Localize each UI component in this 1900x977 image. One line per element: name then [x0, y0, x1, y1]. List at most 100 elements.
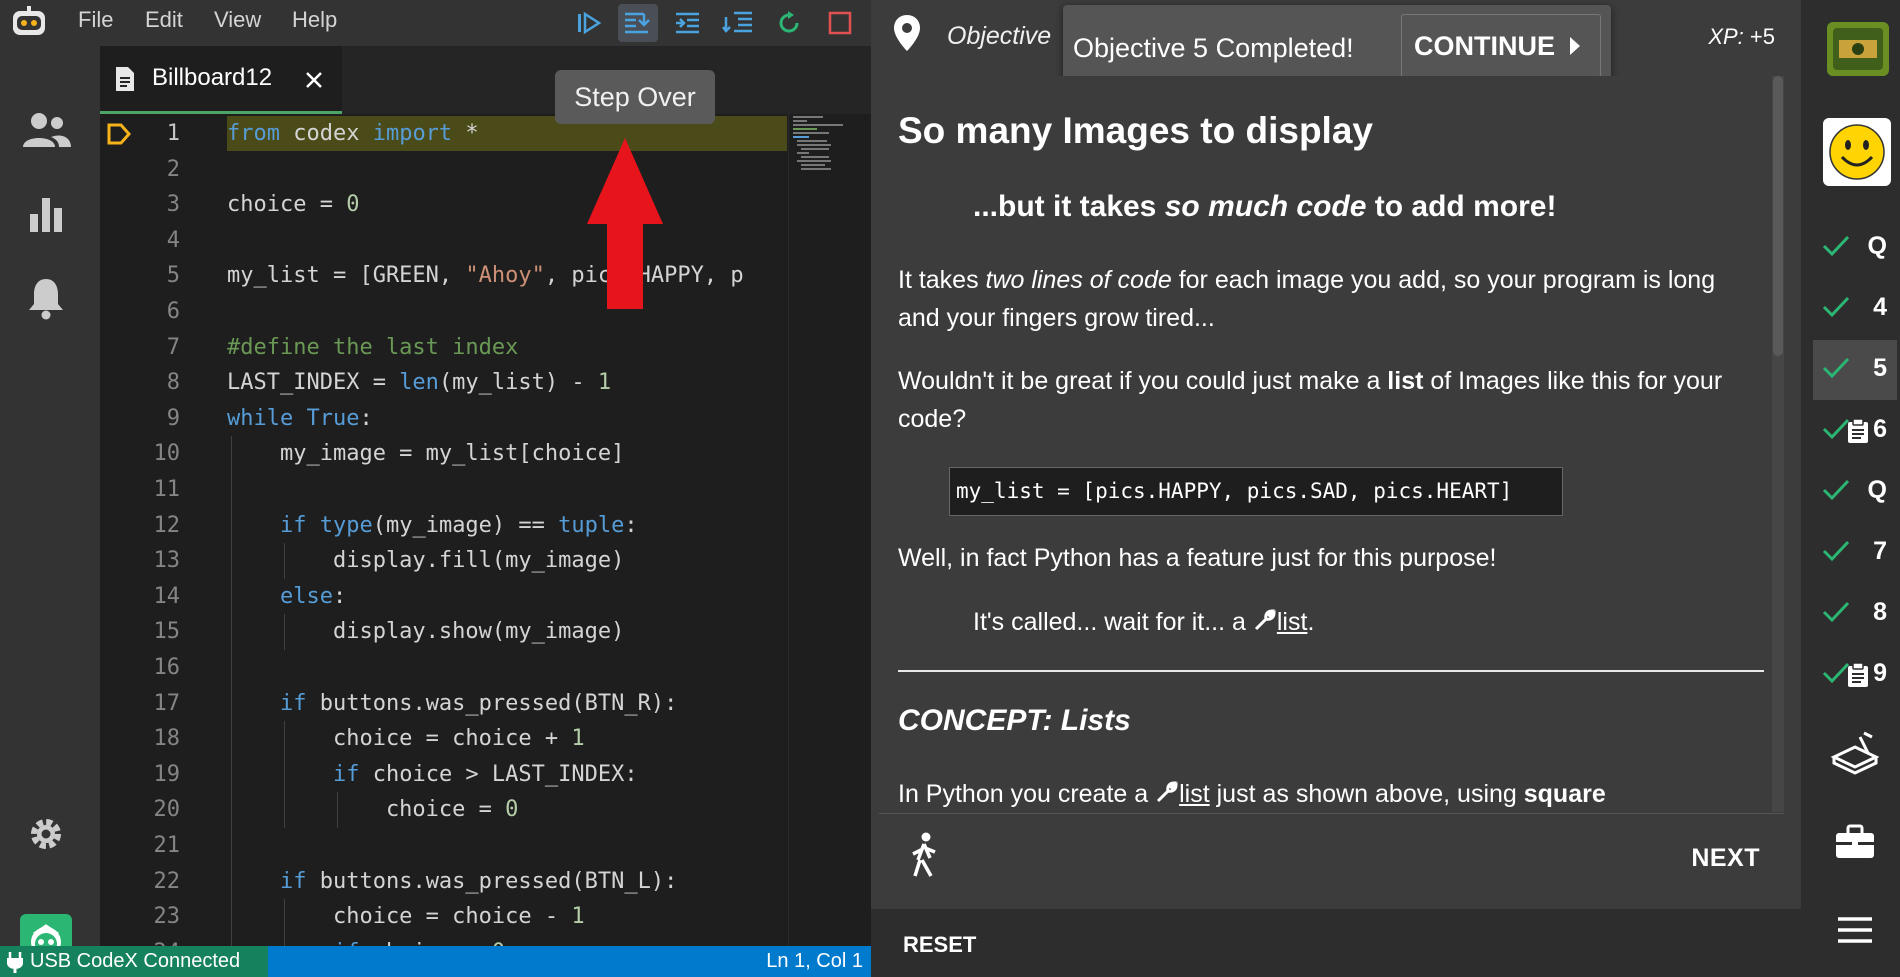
code-line[interactable]: 3 choice = 0: [100, 187, 790, 223]
settings-button[interactable]: [20, 808, 72, 860]
lesson-heading: So many Images to display: [898, 110, 1373, 151]
users-button[interactable]: [20, 104, 72, 156]
menu-button[interactable]: [1823, 903, 1887, 957]
code-line[interactable]: 6: [100, 294, 790, 330]
code-line[interactable]: 12 if type(my_image) == tuple:: [100, 508, 790, 544]
p1-pre: It takes: [898, 266, 986, 294]
code-line[interactable]: 5 my_list = [GREEN, "Ahoy", pics.HAPPY, p: [100, 258, 790, 294]
lesson-scrollbar[interactable]: [1772, 76, 1784, 812]
step-out-button[interactable]: [719, 4, 759, 42]
menu-file[interactable]: File: [78, 0, 113, 46]
plug-icon: [7, 952, 23, 973]
wrench-icon: [1254, 609, 1276, 631]
code-text: my_list = [GREEN, "Ahoy", pics.HAPPY, p: [227, 263, 744, 289]
toolbox-button[interactable]: [1823, 815, 1887, 869]
codex-logo-icon[interactable]: [9, 5, 49, 39]
objective-step[interactable]: 8: [1813, 584, 1897, 644]
line-number: 15: [153, 619, 181, 645]
mission-badge-icon[interactable]: [1825, 18, 1891, 80]
line-number: 18: [153, 726, 181, 752]
line-number: 13: [153, 548, 181, 574]
code-line[interactable]: 9 while True:: [100, 401, 790, 437]
code-line[interactable]: 22 if buttons.was_pressed(BTN_L):: [100, 864, 790, 900]
step-over-icon: [625, 12, 650, 34]
reset-bar: RESET: [871, 909, 1801, 977]
restart-button[interactable]: [769, 4, 809, 42]
editor-tab[interactable]: Billboard12: [100, 46, 342, 114]
usb-status[interactable]: USB CodeX Connected: [0, 946, 268, 977]
next-button[interactable]: NEXT: [1691, 844, 1760, 873]
lesson-paragraph-3: Well, in fact Python has a feature just …: [898, 544, 1497, 572]
code-line[interactable]: 2: [100, 152, 790, 188]
objective-step[interactable]: Q: [1813, 218, 1897, 278]
lesson-paragraph-1: It takes two lines of code for each imag…: [898, 261, 1758, 337]
indent-guide: [284, 614, 285, 650]
notifications-button[interactable]: [20, 272, 72, 324]
code-line[interactable]: 7 #define the last index: [100, 330, 790, 366]
menu-edit[interactable]: Edit: [145, 0, 183, 46]
objective-step[interactable]: 5: [1813, 340, 1897, 400]
code-line[interactable]: 4: [100, 223, 790, 259]
section-divider: [898, 670, 1764, 672]
subtitle-emphasis: so much code: [1164, 190, 1367, 223]
code-line[interactable]: 20 choice = 0: [100, 792, 790, 828]
p1-emphasis: two lines of code: [985, 266, 1172, 294]
code-line[interactable]: 16: [100, 650, 790, 686]
reset-button[interactable]: RESET: [903, 932, 976, 958]
minimap[interactable]: [788, 114, 871, 946]
code-line[interactable]: 17 if buttons.was_pressed(BTN_R):: [100, 686, 790, 722]
close-icon[interactable]: [304, 70, 324, 90]
list-link[interactable]: list: [1277, 608, 1308, 636]
code-text: choice = choice - 1: [227, 904, 585, 930]
check-icon: [1822, 357, 1850, 379]
menu-view[interactable]: View: [214, 0, 261, 46]
menu-help[interactable]: Help: [292, 0, 337, 46]
code-line[interactable]: 10 my_image = my_list[choice]: [100, 436, 790, 472]
code-line[interactable]: 11: [100, 472, 790, 508]
objective-step[interactable]: 6: [1813, 401, 1897, 461]
step-into-button[interactable]: [669, 4, 709, 42]
code-text: display.fill(my_image): [227, 548, 625, 574]
objective-step-label: 4: [1873, 293, 1887, 321]
walking-person-icon[interactable]: [909, 832, 939, 878]
scrollbar-thumb[interactable]: [1773, 76, 1783, 356]
objective-step[interactable]: 7: [1813, 523, 1897, 583]
code-line[interactable]: 19 if choice > LAST_INDEX:: [100, 757, 790, 793]
indent-guide: [284, 543, 285, 579]
avatar-button[interactable]: [1823, 118, 1891, 186]
run-button[interactable]: [569, 4, 609, 42]
code-editor[interactable]: 1 from codex import * 2 3 choice = 0 4 5 my_lis…: [100, 114, 871, 946]
code-line[interactable]: 13 display.fill(my_image): [100, 543, 790, 579]
map-pin-icon: [894, 15, 920, 51]
code-line[interactable]: 23 choice = choice - 1: [100, 899, 790, 935]
code-text: while True:: [227, 405, 373, 431]
code-line[interactable]: 24 if choice < 0:: [100, 935, 790, 946]
cursor-position[interactable]: Ln 1, Col 1: [766, 946, 863, 977]
list-link[interactable]: list: [1179, 780, 1210, 808]
line-number: 21: [153, 833, 181, 858]
step-over-button[interactable]: [618, 4, 658, 42]
objective-step[interactable]: Q: [1813, 462, 1897, 522]
p2-pre: Wouldn't it be great if you could just m…: [898, 367, 1388, 395]
bar-chart-icon: [30, 198, 62, 232]
code-text: if choice > LAST_INDEX:: [332, 761, 638, 787]
restart-icon: [779, 11, 799, 33]
line-number: 14: [153, 583, 181, 609]
xp-value: +5: [1749, 24, 1775, 49]
line-number: 17: [153, 690, 181, 716]
users-icon: [23, 113, 71, 147]
code-line[interactable]: 14 else:: [100, 579, 790, 615]
sandbox-button[interactable]: [1823, 725, 1887, 779]
code-line[interactable]: 21: [100, 828, 790, 864]
line-number: 12: [153, 512, 181, 538]
progress-button[interactable]: [20, 188, 72, 240]
line-number: 22: [153, 868, 181, 894]
indent-guide: [284, 792, 285, 828]
code-line[interactable]: 15 display.show(my_image): [100, 614, 790, 650]
code-line[interactable]: 18 choice = choice + 1: [100, 721, 790, 757]
continue-button[interactable]: CONTINUE: [1401, 14, 1601, 78]
stop-button[interactable]: [820, 4, 860, 42]
objective-step[interactable]: 9: [1813, 645, 1897, 705]
code-line[interactable]: 8 LAST_INDEX = len(my_list) - 1: [100, 365, 790, 401]
objective-step[interactable]: 4: [1813, 279, 1897, 339]
